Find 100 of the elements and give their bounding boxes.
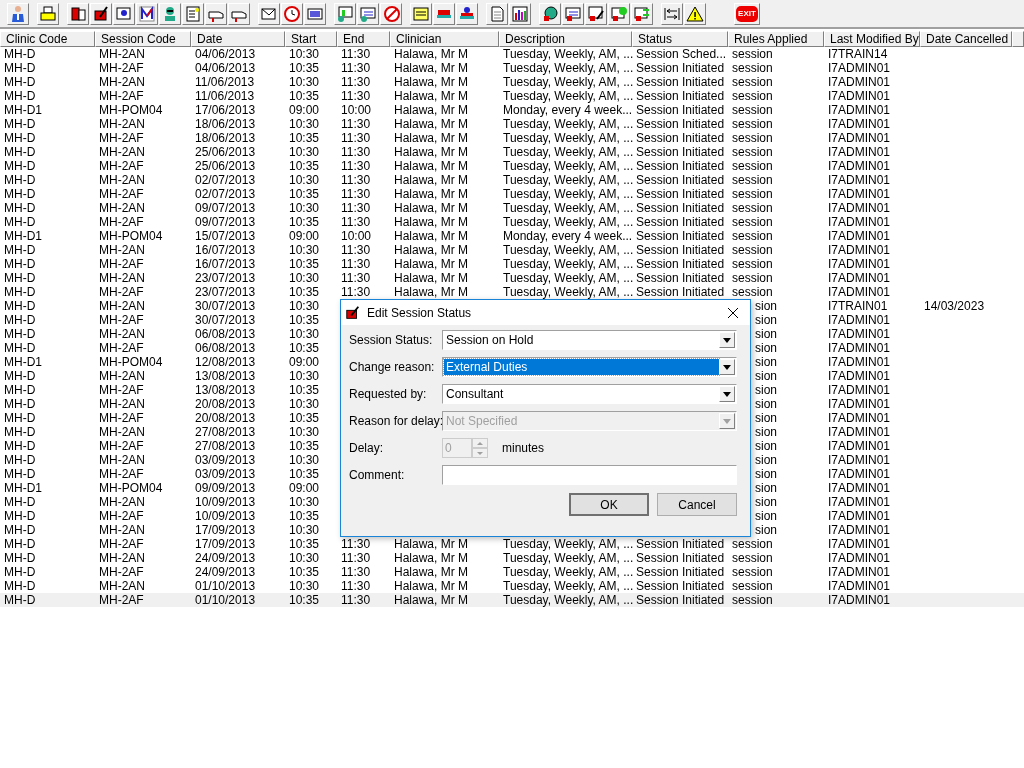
person-icon[interactable] <box>7 2 29 25</box>
table-cell: 10:35 <box>289 131 320 145</box>
warning-icon[interactable] <box>684 2 706 25</box>
bed-icon[interactable] <box>433 2 455 25</box>
monitor-icon[interactable] <box>304 2 326 25</box>
dialog-button[interactable]: Cancel <box>657 493 737 516</box>
table-cell: 10:30 <box>289 47 320 61</box>
table-cell: MH-2AN <box>99 495 145 509</box>
table-cell: I7ADMIN01 <box>828 117 891 131</box>
column-header[interactable]: Session Code <box>95 31 191 47</box>
table-cell: 10:35 <box>289 341 320 355</box>
table-cell: I7ADMIN01 <box>828 271 891 285</box>
table-cell: 10:35 <box>289 439 320 453</box>
table-cell: MH-D1 <box>4 103 42 117</box>
figure-icon[interactable] <box>159 2 181 25</box>
notepad-icon[interactable] <box>182 2 204 25</box>
table-cell: 10:30 <box>289 145 320 159</box>
table-cell-text: sion <box>754 299 777 313</box>
table-cell: 10:30 <box>289 173 320 187</box>
printer-icon[interactable] <box>37 2 59 25</box>
table-cell: 14/03/2023 <box>924 299 985 313</box>
exit-button[interactable]: EXIT <box>734 2 760 25</box>
globe-icon[interactable] <box>539 2 561 25</box>
dropdown-field[interactable]: External Duties <box>442 357 737 377</box>
column-header[interactable]: Last Modified By <box>824 31 920 47</box>
field-label: Session Status: <box>349 333 434 347</box>
comment-field[interactable] <box>442 465 737 485</box>
page-icon[interactable] <box>486 2 508 25</box>
table-cell: Halawa, Mr M <box>394 117 468 131</box>
book-icon[interactable] <box>67 2 89 25</box>
caret-icon <box>723 337 731 343</box>
table-cell: Session Initiated <box>636 593 725 607</box>
table-cell: Session Sched... <box>636 47 727 61</box>
table-cell-text: sion <box>754 327 777 341</box>
form-icon[interactable] <box>585 2 607 25</box>
column-header[interactable]: Rules Applied <box>728 31 824 47</box>
table-cell: 03/09/2013 <box>195 453 256 467</box>
table-cell: 10:00 <box>341 103 372 117</box>
table-cell: I7ADMIN01 <box>828 229 891 243</box>
table-cell: 10:30 <box>289 551 320 565</box>
table-cell: session <box>732 257 773 271</box>
caret-icon <box>723 391 731 397</box>
arrows-icon[interactable] <box>661 2 683 25</box>
table-cell: 23/07/2013 <box>195 285 256 299</box>
zigzag-icon[interactable] <box>136 2 158 25</box>
table-cell: MH-2AF <box>99 467 144 481</box>
table-cell: 09:00 <box>289 229 320 243</box>
column-header[interactable]: Status <box>632 31 728 47</box>
column-header[interactable]: End <box>337 31 390 47</box>
table-cell: MH-2AF <box>99 411 144 425</box>
table-cell: Halawa, Mr M <box>394 173 468 187</box>
column-header[interactable]: Clinic Code <box>0 31 95 47</box>
hand-icon[interactable] <box>205 2 227 25</box>
close-icon <box>727 306 739 319</box>
table-cell: session <box>732 75 773 89</box>
table-cell: MH-D1 <box>4 355 42 369</box>
table-cell: MH-2AF <box>99 593 144 607</box>
table-cell-text: sion <box>754 481 777 495</box>
no-entry-icon[interactable] <box>380 2 402 25</box>
table-cell: Tuesday, Weekly, AM, ... <box>503 537 634 551</box>
chart-screen-icon[interactable] <box>334 2 356 25</box>
clock-icon[interactable] <box>281 2 303 25</box>
dropdown-field[interactable]: Session on Hold <box>442 330 737 350</box>
bed-icon[interactable] <box>456 2 478 25</box>
hand-icon[interactable] <box>228 2 250 25</box>
table-cell: MH-D <box>4 75 36 89</box>
table-cell: I7TRAIN14 <box>828 47 888 61</box>
column-header[interactable]: Date Cancelled <box>920 31 1012 47</box>
column-header[interactable]: Start <box>285 31 337 47</box>
table-cell: Session Initiated <box>636 159 725 173</box>
envelope-icon[interactable] <box>258 2 280 25</box>
table-cell: 10:35 <box>289 159 320 173</box>
document-icon[interactable] <box>113 2 135 25</box>
table-cell: MH-D <box>4 425 36 439</box>
table-cell: Tuesday, Weekly, AM, ... <box>503 117 634 131</box>
table-cell: Tuesday, Weekly, AM, ... <box>503 75 634 89</box>
pencil-icon[interactable] <box>90 2 112 25</box>
field-label: Comment: <box>349 468 406 482</box>
table-cell: Session Initiated <box>636 61 725 75</box>
table-cell: I7ADMIN01 <box>828 173 891 187</box>
table-cell: 10:35 <box>289 187 320 201</box>
table-cell: 10/09/2013 <box>195 509 256 523</box>
column-header[interactable]: Clinician <box>390 31 499 47</box>
column-header[interactable]: Date <box>191 31 285 47</box>
dropdown-field[interactable]: Consultant <box>442 384 737 404</box>
table-cell: MH-D <box>4 327 36 341</box>
dialog-button[interactable]: OK <box>569 493 649 516</box>
bar-chart-icon[interactable] <box>509 2 531 25</box>
note-icon[interactable] <box>410 2 432 25</box>
table-cell: 10:00 <box>341 229 372 243</box>
table-cell: MH-2AN <box>99 425 145 439</box>
table-cell: I7ADMIN01 <box>828 579 891 593</box>
table-cell: 10:35 <box>289 467 320 481</box>
column-header[interactable]: Description <box>499 31 632 47</box>
table-cell: MH-D <box>4 145 36 159</box>
table-cell: Session Initiated <box>636 285 725 299</box>
table-cell: Halawa, Mr M <box>394 131 468 145</box>
table-cell: 11:30 <box>341 551 371 565</box>
table-cell: MH-2AF <box>99 537 144 551</box>
table-cell: 11:30 <box>341 117 371 131</box>
